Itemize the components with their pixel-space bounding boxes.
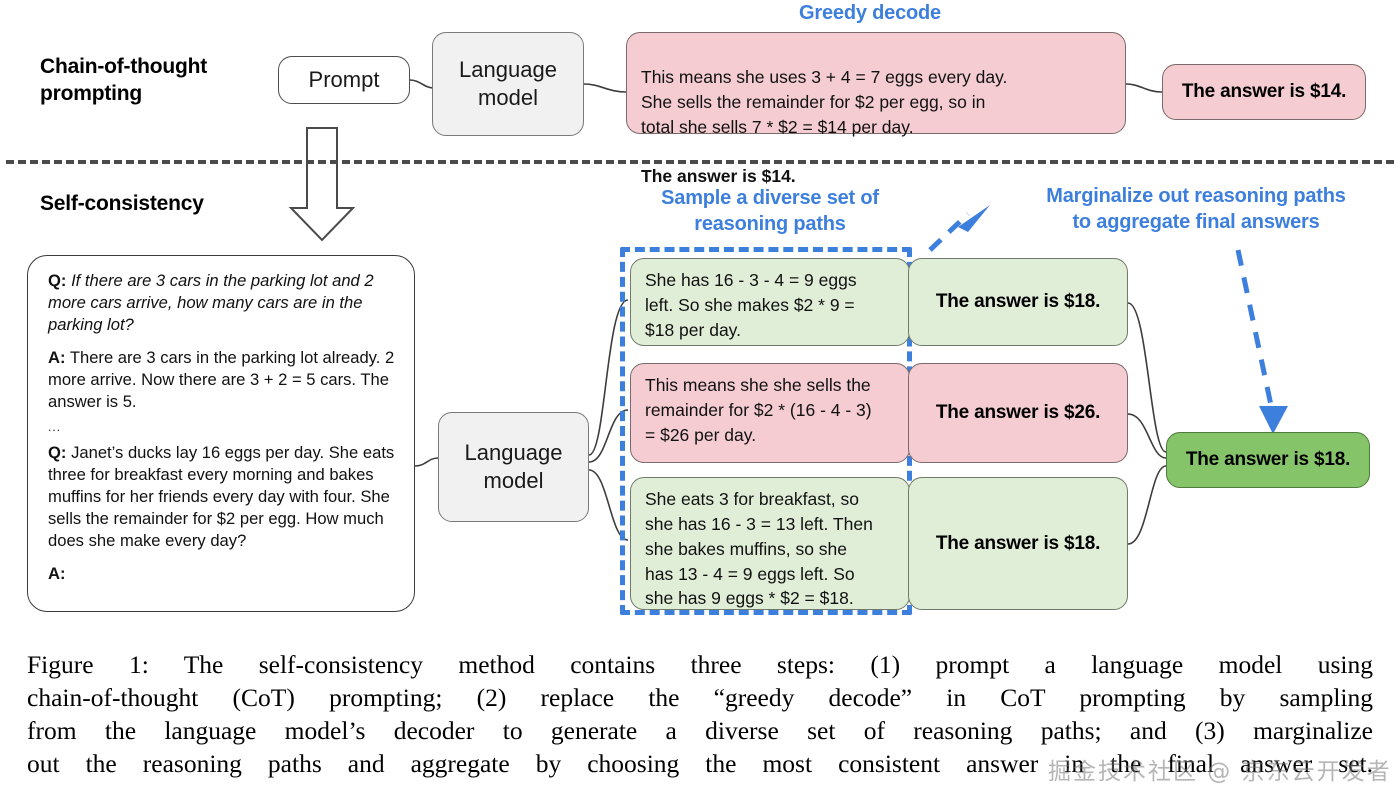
cot-language-model-box[interactable]: Language model	[432, 32, 584, 136]
marginalize-caption: Marginalize out reasoning paths to aggre…	[1046, 185, 1346, 234]
sc-prompt-q1-label: Q:	[48, 271, 67, 290]
cot-final-answer-box: The answer is $14.	[1162, 64, 1366, 120]
sc-prompt-card: Q: If there are 3 cars in the parking lo…	[27, 255, 415, 612]
path-answer-box-2: The answer is $26.	[908, 363, 1128, 463]
self-consistency-section-label: Self-consistency	[40, 192, 204, 215]
cot-prompt-label: Prompt	[308, 67, 380, 92]
sc-prompt-ellipsis: ...	[48, 420, 62, 435]
reasoning-path-box-3: She eats 3 for breakfast, so she has 16 …	[630, 477, 910, 610]
path-answer-label-3: The answer is $18.	[935, 532, 1101, 554]
sc-prompt-a1: A: There are 3 cars in the parking lot a…	[48, 347, 398, 413]
sc-prompt-q1: Q: If there are 3 cars in the parking lo…	[48, 270, 398, 336]
sc-prompt-q2-text: Janet’s ducks lay 16 eggs per day. She e…	[48, 442, 395, 550]
figure-self-consistency: Chain-of-thought prompting Prompt Langua…	[0, 0, 1400, 801]
section-transition-arrow	[288, 127, 356, 242]
sc-final-answer-box: The answer is $18.	[1166, 432, 1370, 488]
cot-prompt-box[interactable]: Prompt	[278, 56, 410, 104]
cot-output-answer-line: The answer is $14.	[641, 166, 796, 187]
reasoning-path-box-2: This means she she sells the remainder f…	[630, 363, 910, 463]
reasoning-path-text-3: She eats 3 for breakfast, so she has 16 …	[645, 489, 873, 609]
sc-final-answer-label: The answer is $18.	[1185, 449, 1351, 470]
sc-prompt-q2: Q: Janet’s ducks lay 16 eggs per day. Sh…	[48, 442, 398, 552]
path-answer-box-3: The answer is $18.	[908, 477, 1128, 610]
reasoning-path-text-2: This means she she sells the remainder f…	[645, 375, 872, 445]
cot-output-body: This means she uses 3 + 4 = 7 eggs every…	[641, 66, 1008, 137]
sc-prompt-q2-label: Q:	[48, 442, 67, 462]
cot-section-label: Chain-of-thought prompting	[40, 55, 208, 105]
cot-final-answer-label: The answer is $14.	[1181, 81, 1347, 102]
sc-prompt-a1-label: A:	[48, 348, 66, 368]
reasoning-path-box-1: She has 16 - 3 - 4 = 9 eggs left. So she…	[630, 258, 910, 346]
cot-language-model-label: Language model	[459, 57, 557, 110]
sc-prompt-a2: A:	[48, 563, 398, 585]
path-answer-label-1: The answer is $18.	[935, 291, 1101, 312]
sc-prompt-a1-text: There are 3 cars in the parking lot alre…	[48, 348, 395, 412]
cot-output-box: This means she uses 3 + 4 = 7 eggs every…	[626, 32, 1126, 186]
reasoning-path-text-1: She has 16 - 3 - 4 = 9 eggs left. So she…	[645, 270, 857, 340]
sc-prompt-q1-text: If there are 3 cars in the parking lot a…	[48, 271, 374, 335]
path-answer-box-1: The answer is $18.	[908, 258, 1128, 346]
path-answer-label-2: The answer is $26.	[935, 402, 1101, 423]
sc-language-model-label: Language model	[464, 440, 563, 493]
sc-prompt-a2-label: A:	[48, 563, 66, 583]
watermark: 掘金技术社区 @ 京东云开发者	[1048, 759, 1392, 785]
greedy-decode-caption: Greedy decode	[799, 2, 941, 24]
sample-paths-caption: Sample a diverse set of reasoning paths	[661, 187, 879, 236]
sc-language-model-box[interactable]: Language model	[438, 412, 589, 522]
